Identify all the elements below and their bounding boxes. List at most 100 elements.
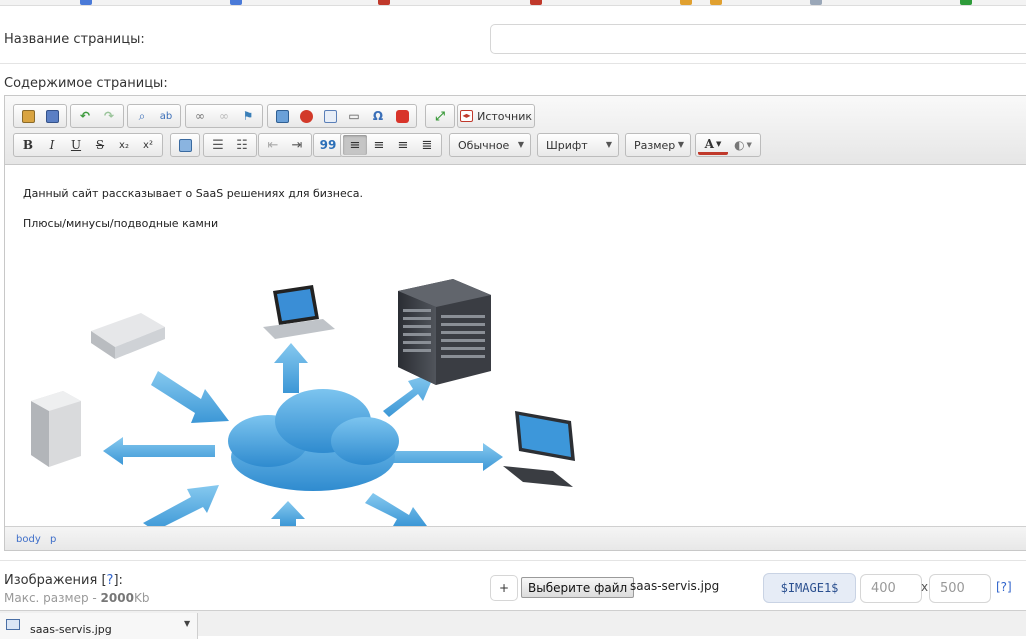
- toolbar-group-find: ⌕ ab: [127, 104, 181, 128]
- path-item-p[interactable]: p: [50, 534, 56, 545]
- indent-icon[interactable]: ⇥: [285, 135, 309, 155]
- bookmark-icon[interactable]: [530, 0, 542, 5]
- find-icon[interactable]: ⌕: [130, 106, 154, 126]
- source-button[interactable]: ◂▸ Источник: [457, 104, 535, 128]
- toolbar-group-colors: A ▼ ◐ ▼: [695, 133, 761, 157]
- max-size-hint: Макс. размер - 2000Kb: [4, 591, 149, 605]
- content-paragraph: Плюсы/минусы/подводные камни: [23, 217, 219, 230]
- toolbar-group-insert: ▭ Ω: [267, 104, 417, 128]
- flash-icon[interactable]: [294, 106, 318, 126]
- image-placeholder-tag[interactable]: $IMAGE1$: [763, 573, 856, 603]
- paste-text-icon[interactable]: [16, 106, 40, 126]
- toolbar-group-quote: 99: [313, 133, 343, 157]
- chevron-down-icon[interactable]: ▼: [184, 619, 190, 628]
- link-icon[interactable]: ∞: [188, 106, 212, 126]
- italic-button[interactable]: I: [40, 135, 64, 155]
- toolbar-group-clipboard: [13, 104, 67, 128]
- youtube-icon[interactable]: [390, 106, 414, 126]
- font-select-value: Шрифт: [546, 138, 588, 152]
- bookmark-icon[interactable]: [230, 0, 242, 5]
- content-paragraph: Данный сайт рассказывает о SaaS решениях…: [23, 187, 364, 200]
- image-file-icon: [6, 619, 20, 630]
- size-select-value: Размер: [634, 138, 676, 152]
- horizontal-rule-icon[interactable]: ▭: [342, 106, 366, 126]
- download-file-name: saas-servis.jpg: [30, 623, 112, 636]
- align-left-icon[interactable]: ≡: [343, 135, 367, 155]
- download-item[interactable]: saas-servis.jpg ▼: [0, 613, 198, 639]
- image-icon[interactable]: [270, 106, 294, 126]
- bookmark-icon[interactable]: [710, 0, 722, 5]
- image-height-input[interactable]: 500: [929, 574, 991, 603]
- images-row: Изображения [?]: Макс. размер - 2000Kb +…: [0, 560, 1026, 610]
- browser-bookmarks-strip: [0, 0, 1026, 6]
- images-help-link[interactable]: ?: [107, 573, 114, 588]
- bold-button[interactable]: B: [16, 135, 40, 155]
- editor-elements-path: body p: [5, 526, 1026, 550]
- toolbar-group-view: ⤢: [425, 104, 455, 128]
- selected-file-name: saas-servis.jpg: [630, 579, 720, 593]
- images-label-text: Изображения: [4, 573, 98, 588]
- bookmark-icon[interactable]: [960, 0, 972, 5]
- bookmark-icon[interactable]: [80, 0, 92, 5]
- path-item-body[interactable]: body: [16, 534, 41, 545]
- toolbar-group-links: ∞ ∞ ⚑: [185, 104, 263, 128]
- chevron-down-icon: ▼: [605, 140, 612, 149]
- replace-icon[interactable]: ab: [154, 106, 178, 126]
- image-width-input[interactable]: 400: [860, 574, 922, 603]
- background-color-icon[interactable]: ◐ ▼: [728, 135, 758, 155]
- source-button-label: Источник: [477, 109, 532, 123]
- strike-button[interactable]: S: [88, 135, 112, 155]
- choose-file-button[interactable]: Выберите файл: [521, 577, 635, 598]
- align-justify-icon[interactable]: ≣: [415, 135, 439, 155]
- bookmark-icon[interactable]: [378, 0, 390, 5]
- remove-format-icon[interactable]: [173, 135, 197, 155]
- toolbar-group-basicstyles: B I U S x₂ x²: [13, 133, 163, 157]
- bookmark-icon[interactable]: [810, 0, 822, 5]
- editor-content[interactable]: Данный сайт рассказывает о SaaS решениях…: [5, 166, 1026, 526]
- align-right-icon[interactable]: ≡: [391, 135, 415, 155]
- toolbar-group-history: ↶ ↷: [70, 104, 124, 128]
- saas-cloud-image[interactable]: [23, 261, 578, 526]
- paste-word-icon[interactable]: [40, 106, 64, 126]
- dimension-help-link[interactable]: [?]: [996, 580, 1012, 594]
- size-select[interactable]: Размер ▼: [625, 133, 691, 157]
- superscript-button[interactable]: x²: [136, 135, 160, 155]
- max-size-prefix: Макс. размер -: [4, 591, 101, 605]
- format-select[interactable]: Обычное ▼: [449, 133, 531, 157]
- download-bar: saas-servis.jpg ▼: [0, 610, 1026, 639]
- unlink-icon[interactable]: ∞: [212, 106, 236, 126]
- source-icon: ◂▸: [460, 110, 474, 122]
- page-title-input[interactable]: [490, 24, 1026, 54]
- editor-toolbar: ↶ ↷ ⌕ ab ∞ ∞ ⚑ ▭ Ω ⤢ ◂▸ Источник B I U S…: [5, 96, 1026, 165]
- table-icon[interactable]: [318, 106, 342, 126]
- toolbar-group-indent: ⇤ ⇥: [258, 133, 312, 157]
- underline-button[interactable]: U: [64, 135, 88, 155]
- align-center-icon[interactable]: ≡: [367, 135, 391, 155]
- outdent-icon[interactable]: ⇤: [261, 135, 285, 155]
- images-label: Изображения [?]:: [4, 573, 123, 588]
- format-select-value: Обычное: [458, 138, 510, 152]
- font-select[interactable]: Шрифт ▼: [537, 133, 619, 157]
- add-image-button[interactable]: +: [490, 575, 518, 601]
- bulleted-list-icon[interactable]: ☷: [230, 135, 254, 155]
- blockquote-button[interactable]: 99: [316, 135, 340, 155]
- toolbar-group-remove: [170, 133, 200, 157]
- redo-icon[interactable]: ↷: [97, 106, 121, 126]
- numbered-list-icon[interactable]: ☰: [206, 135, 230, 155]
- text-color-button[interactable]: A ▼: [698, 135, 728, 155]
- page-title-row: Название страницы:: [0, 20, 1026, 64]
- undo-icon[interactable]: ↶: [73, 106, 97, 126]
- subscript-button[interactable]: x₂: [112, 135, 136, 155]
- toolbar-group-lists: ☰ ☷: [203, 133, 257, 157]
- toolbar-group-align: ≡ ≡ ≡ ≣: [340, 133, 442, 157]
- special-char-icon[interactable]: Ω: [366, 106, 390, 126]
- maximize-icon[interactable]: ⤢: [428, 106, 452, 126]
- rich-text-editor: ↶ ↷ ⌕ ab ∞ ∞ ⚑ ▭ Ω ⤢ ◂▸ Источник B I U S…: [4, 95, 1026, 551]
- anchor-icon[interactable]: ⚑: [236, 106, 260, 126]
- chevron-down-icon: ▼: [677, 140, 684, 149]
- page-content-label: Содержимое страницы:: [4, 76, 168, 91]
- max-size-value: 2000: [100, 591, 134, 605]
- dimension-separator: x: [921, 580, 929, 594]
- chevron-down-icon: ▼: [517, 140, 524, 149]
- bookmark-icon[interactable]: [680, 0, 692, 5]
